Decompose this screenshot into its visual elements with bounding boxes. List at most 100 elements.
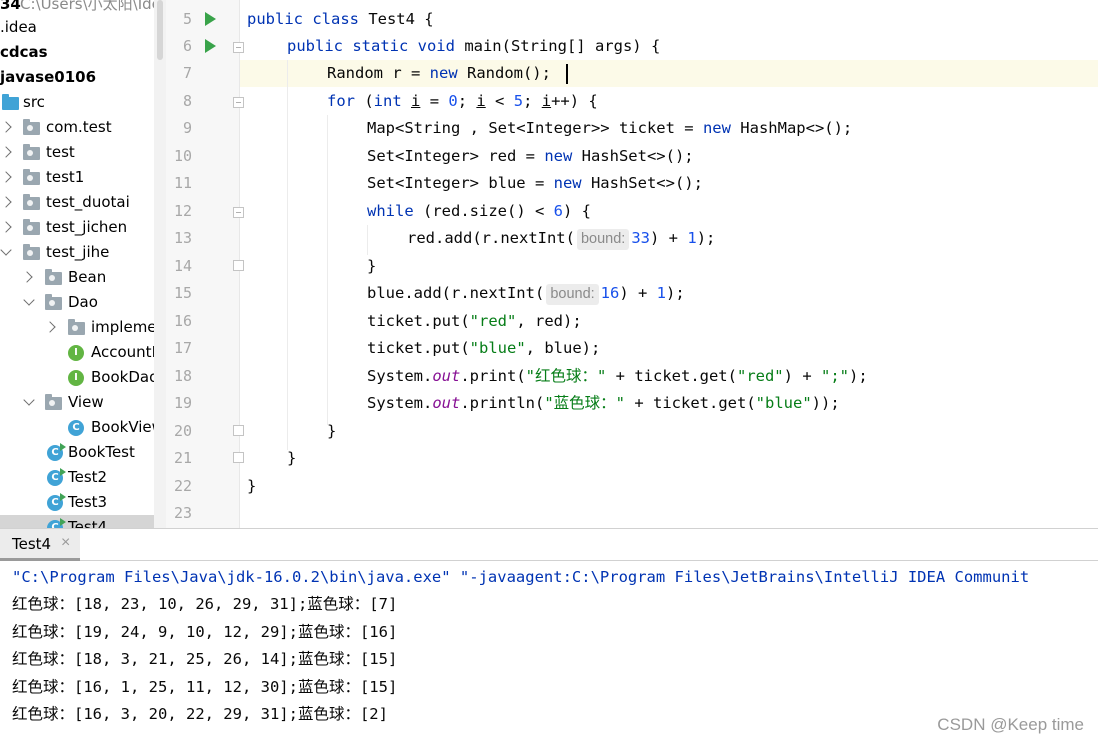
code-token: new	[429, 64, 458, 82]
code-line[interactable]: System.out.println("蓝色球：" + ticket.get("…	[367, 390, 840, 417]
package-icon	[45, 294, 62, 310]
code-token: "红色球："	[525, 367, 607, 385]
code-line[interactable]: System.out.print("红色球：" + ticket.get("re…	[367, 363, 868, 390]
tree-item-test3[interactable]: C Test3	[0, 490, 160, 515]
tree-item-label: javase0106	[0, 68, 97, 86]
code-token: "red"	[469, 312, 517, 330]
line-number: 6	[182, 37, 192, 55]
code-line[interactable]: for (int i = 0; i < 5; i++) {	[327, 88, 598, 115]
chevron-right-icon[interactable]	[21, 271, 33, 283]
fold-marker-icon[interactable]	[233, 207, 244, 218]
code-token: "blue"	[755, 394, 812, 412]
console-line: 红色球：[16, 3, 20, 22, 29, 31];蓝色球：[2]	[12, 705, 388, 723]
code-line[interactable]: while (red.size() < 6) {	[367, 198, 591, 225]
tree-item-test[interactable]: test	[0, 140, 160, 165]
code-token: (red.size() <	[413, 202, 554, 220]
line-number: 18	[173, 367, 192, 385]
tree-item-test-jihe[interactable]: test_jihe	[0, 240, 160, 265]
chevron-right-icon[interactable]	[0, 171, 12, 183]
code-token: ) +	[619, 284, 657, 302]
code-token: for	[327, 92, 355, 110]
run-tab-bar: Test4 ×	[0, 528, 1098, 561]
tree-scrollbar[interactable]	[154, 0, 166, 528]
line-number: 7	[182, 64, 192, 82]
code-line[interactable]: blue.add(r.nextInt(bound: 16) + 1);	[367, 280, 685, 307]
code-line[interactable]: Random r = new Random();	[327, 60, 551, 87]
package-icon	[23, 194, 40, 210]
code-line[interactable]: red.add(r.nextInt(bound: 33) + 1);	[407, 225, 715, 252]
code-line[interactable]: }	[327, 418, 336, 445]
scrollbar-thumb[interactable]	[157, 0, 163, 60]
tree-item-test-duotai[interactable]: test_duotai	[0, 190, 160, 215]
line-number: 14	[173, 257, 192, 275]
code-token: i	[411, 92, 421, 110]
fold-end-icon[interactable]	[233, 452, 244, 463]
code-line[interactable]: Set<Integer> blue = new HashSet<>();	[367, 170, 703, 197]
watermark: CSDN @Keep time	[937, 715, 1084, 734]
runnable-class-icon: C	[47, 518, 66, 528]
code-token: 0	[448, 92, 458, 110]
tree-item-idea[interactable]: .idea	[0, 15, 160, 40]
tree-item-booktest[interactable]: C BookTest	[0, 440, 160, 465]
code-token: new	[553, 174, 582, 192]
fold-marker-icon[interactable]	[233, 42, 244, 53]
code-line[interactable]: ticket.put("blue", blue);	[367, 335, 600, 362]
fold-end-icon[interactable]	[233, 425, 244, 436]
run-class-icon[interactable]	[205, 12, 216, 26]
line-number: 13	[173, 229, 192, 247]
close-icon[interactable]: ×	[61, 534, 70, 552]
tree-item-src[interactable]: src	[0, 90, 160, 115]
code-token: }	[287, 449, 297, 467]
code-line[interactable]: Map<String , Set<Integer>> ticket = new …	[367, 115, 852, 142]
code-token: Test4 {	[358, 10, 434, 28]
tree-item-bean[interactable]: Bean	[0, 265, 160, 290]
code-line[interactable]: }	[287, 445, 296, 472]
chevron-right-icon[interactable]	[0, 146, 12, 158]
project-tree: 34 C:\Users\小太阳\Idea .idea cdcas javase0…	[0, 0, 166, 528]
chevron-down-icon[interactable]	[23, 294, 35, 306]
chevron-down-icon[interactable]	[0, 244, 12, 256]
code-line[interactable]: public static void main(String[] args) {	[287, 33, 660, 60]
fold-end-icon[interactable]	[233, 260, 244, 271]
line-number: 16	[173, 312, 192, 330]
chevron-right-icon[interactable]	[0, 221, 12, 233]
tree-item-com-test[interactable]: com.test	[0, 115, 160, 140]
code-token: Set<Integer> red =	[367, 147, 545, 165]
tree-item-bookdao[interactable]: I BookDao	[0, 365, 160, 390]
tree-item-accountdao[interactable]: I AccountDa	[0, 340, 166, 365]
code-line[interactable]: ticket.put("red", red);	[367, 308, 582, 335]
tree-item-test2[interactable]: C Test2	[0, 465, 160, 490]
tab-test4[interactable]: Test4 ×	[0, 529, 80, 561]
tree-item-dao[interactable]: Dao	[0, 290, 160, 315]
tree-item-view[interactable]: View	[0, 390, 160, 415]
tree-item-test4[interactable]: C Test4	[0, 515, 160, 528]
code-token: HashMap<>();	[730, 119, 853, 137]
console-line: 红色球：[18, 23, 10, 26, 29, 31];蓝色球：[7]	[12, 595, 398, 613]
chevron-down-icon[interactable]	[23, 394, 35, 406]
package-icon	[45, 269, 62, 285]
chevron-right-icon[interactable]	[44, 321, 56, 333]
tree-item-label: test_jihe	[46, 243, 110, 261]
tree-item-test1[interactable]: test1	[0, 165, 160, 190]
chevron-right-icon[interactable]	[0, 196, 12, 208]
run-main-icon[interactable]	[205, 39, 216, 53]
code-token: ) {	[563, 202, 591, 220]
tree-item-bookview[interactable]: C BookView	[0, 415, 164, 440]
code-token: ));	[811, 394, 840, 412]
code-token: , red);	[516, 312, 582, 330]
tree-item-javase0106[interactable]: javase0106	[0, 65, 160, 90]
code-token: red.add(r.nextInt(	[407, 229, 575, 247]
tree-item-implement[interactable]: implement	[0, 315, 166, 340]
code-line[interactable]: Set<Integer> red = new HashSet<>();	[367, 143, 694, 170]
code-line[interactable]: }	[247, 473, 256, 500]
code-line[interactable]: public class Test4 {	[247, 6, 434, 33]
tree-item-label: src	[23, 93, 45, 111]
chevron-right-icon[interactable]	[0, 121, 12, 133]
tree-item-label: test1	[46, 168, 85, 186]
tree-item-test-jichen[interactable]: test_jichen	[0, 215, 160, 240]
code-line[interactable]: }	[367, 253, 376, 280]
tree-item-label: BookDao	[91, 368, 159, 386]
fold-marker-icon[interactable]	[233, 97, 244, 108]
console-line: 红色球：[16, 1, 25, 11, 12, 30];蓝色球：[15]	[12, 678, 398, 696]
tree-item-cdcas[interactable]: cdcas	[0, 40, 160, 65]
